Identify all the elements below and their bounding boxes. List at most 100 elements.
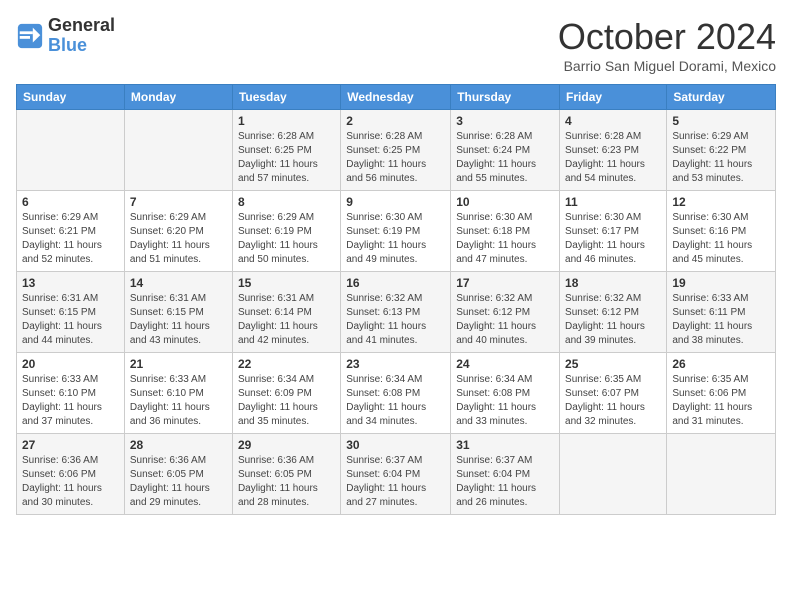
day-cell: 21 Sunrise: 6:33 AM Sunset: 6:10 PM Dayli… bbox=[124, 353, 232, 434]
logo-icon bbox=[16, 22, 44, 50]
day-number: 19 bbox=[672, 276, 770, 290]
day-info: Sunrise: 6:32 AM Sunset: 6:12 PM Dayligh… bbox=[456, 292, 554, 348]
day-info: Sunrise: 6:30 AM Sunset: 6:19 PM Dayligh… bbox=[346, 211, 445, 267]
day-cell: 6Sunrise: 6:29 AM Sunset: 6:21 PM Daylig… bbox=[17, 191, 125, 272]
day-cell: 3 Sunrise: 6:28 AM Sunset: 6:24 PM Daylig… bbox=[451, 110, 560, 191]
day-info: Sunrise: 6:29 AM Sunset: 6:20 PM Dayligh… bbox=[130, 211, 227, 267]
day-number: 18 bbox=[565, 276, 661, 290]
day-info: Sunrise: 6:33 AM Sunset: 6:10 PM Dayligh… bbox=[130, 373, 227, 429]
day-cell: 4Sunrise: 6:28 AM Sunset: 6:23 PM Daylig… bbox=[560, 110, 667, 191]
day-cell: 27 Sunrise: 6:36 AM Sunset: 6:06 PM Dayli… bbox=[17, 434, 125, 515]
day-cell: 16 Sunrise: 6:32 AM Sunset: 6:13 PM Dayli… bbox=[341, 272, 451, 353]
col-header-thursday: Thursday bbox=[451, 85, 560, 110]
col-header-tuesday: Tuesday bbox=[232, 85, 340, 110]
day-cell: 24 Sunrise: 6:34 AM Sunset: 6:08 PM Dayli… bbox=[451, 353, 560, 434]
day-info: Sunrise: 6:34 AM Sunset: 6:08 PM Dayligh… bbox=[346, 373, 445, 429]
location-title: Barrio San Miguel Dorami, Mexico bbox=[558, 58, 776, 74]
day-number: 31 bbox=[456, 438, 554, 452]
day-info: Sunrise: 6:37 AM Sunset: 6:04 PM Dayligh… bbox=[346, 454, 445, 510]
day-info: Sunrise: 6:36 AM Sunset: 6:05 PM Dayligh… bbox=[130, 454, 227, 510]
day-cell: 26Sunrise: 6:35 AM Sunset: 6:06 PM Dayli… bbox=[667, 353, 776, 434]
logo-line1: General bbox=[48, 16, 115, 36]
day-cell: 11Sunrise: 6:30 AM Sunset: 6:17 PM Dayli… bbox=[560, 191, 667, 272]
day-number: 21 bbox=[130, 357, 227, 371]
day-number: 24 bbox=[456, 357, 554, 371]
day-info: Sunrise: 6:32 AM Sunset: 6:13 PM Dayligh… bbox=[346, 292, 445, 348]
col-header-monday: Monday bbox=[124, 85, 232, 110]
day-cell: 19 Sunrise: 6:33 AM Sunset: 6:11 PM Dayli… bbox=[667, 272, 776, 353]
day-cell: 10Sunrise: 6:30 AM Sunset: 6:18 PM Dayli… bbox=[451, 191, 560, 272]
day-number: 4 bbox=[565, 114, 661, 128]
day-cell: 29 Sunrise: 6:36 AM Sunset: 6:05 PM Dayli… bbox=[232, 434, 340, 515]
day-info: Sunrise: 6:29 AM Sunset: 6:21 PM Dayligh… bbox=[22, 211, 119, 267]
day-number: 16 bbox=[346, 276, 445, 290]
day-number: 9 bbox=[346, 195, 445, 209]
day-cell bbox=[667, 434, 776, 515]
day-cell: 8Sunrise: 6:29 AM Sunset: 6:19 PM Daylig… bbox=[232, 191, 340, 272]
day-number: 25 bbox=[565, 357, 661, 371]
day-cell: 15 Sunrise: 6:31 AM Sunset: 6:14 PM Dayli… bbox=[232, 272, 340, 353]
day-info: Sunrise: 6:28 AM Sunset: 6:25 PM Dayligh… bbox=[346, 130, 445, 186]
day-number: 29 bbox=[238, 438, 335, 452]
day-cell: 12 Sunrise: 6:30 AM Sunset: 6:16 PM Dayli… bbox=[667, 191, 776, 272]
month-title: October 2024 bbox=[558, 16, 776, 58]
logo: General Blue bbox=[16, 16, 115, 56]
week-row-4: 20 Sunrise: 6:33 AM Sunset: 6:10 PM Dayli… bbox=[17, 353, 776, 434]
page-header: General Blue October 2024 Barrio San Mig… bbox=[16, 16, 776, 74]
day-info: Sunrise: 6:34 AM Sunset: 6:08 PM Dayligh… bbox=[456, 373, 554, 429]
day-number: 26 bbox=[672, 357, 770, 371]
day-number: 12 bbox=[672, 195, 770, 209]
day-number: 2 bbox=[346, 114, 445, 128]
day-number: 30 bbox=[346, 438, 445, 452]
day-cell: 13 Sunrise: 6:31 AM Sunset: 6:15 PM Dayli… bbox=[17, 272, 125, 353]
day-cell: 28Sunrise: 6:36 AM Sunset: 6:05 PM Dayli… bbox=[124, 434, 232, 515]
day-info: Sunrise: 6:31 AM Sunset: 6:15 PM Dayligh… bbox=[22, 292, 119, 348]
title-block: October 2024 Barrio San Miguel Dorami, M… bbox=[558, 16, 776, 74]
day-info: Sunrise: 6:36 AM Sunset: 6:06 PM Dayligh… bbox=[22, 454, 119, 510]
day-info: Sunrise: 6:33 AM Sunset: 6:10 PM Dayligh… bbox=[22, 373, 119, 429]
day-cell: 30 Sunrise: 6:37 AM Sunset: 6:04 PM Dayli… bbox=[341, 434, 451, 515]
day-info: Sunrise: 6:30 AM Sunset: 6:16 PM Dayligh… bbox=[672, 211, 770, 267]
day-number: 15 bbox=[238, 276, 335, 290]
week-row-5: 27 Sunrise: 6:36 AM Sunset: 6:06 PM Dayli… bbox=[17, 434, 776, 515]
day-cell: 14Sunrise: 6:31 AM Sunset: 6:15 PM Dayli… bbox=[124, 272, 232, 353]
day-cell: 22Sunrise: 6:34 AM Sunset: 6:09 PM Dayli… bbox=[232, 353, 340, 434]
col-header-saturday: Saturday bbox=[667, 85, 776, 110]
day-number: 23 bbox=[346, 357, 445, 371]
day-cell: 23 Sunrise: 6:34 AM Sunset: 6:08 PM Dayli… bbox=[341, 353, 451, 434]
col-header-sunday: Sunday bbox=[17, 85, 125, 110]
day-info: Sunrise: 6:31 AM Sunset: 6:14 PM Dayligh… bbox=[238, 292, 335, 348]
day-info: Sunrise: 6:29 AM Sunset: 6:19 PM Dayligh… bbox=[238, 211, 335, 267]
day-info: Sunrise: 6:34 AM Sunset: 6:09 PM Dayligh… bbox=[238, 373, 335, 429]
day-info: Sunrise: 6:33 AM Sunset: 6:11 PM Dayligh… bbox=[672, 292, 770, 348]
day-info: Sunrise: 6:28 AM Sunset: 6:24 PM Dayligh… bbox=[456, 130, 554, 186]
week-row-1: 1Sunrise: 6:28 AM Sunset: 6:25 PM Daylig… bbox=[17, 110, 776, 191]
day-cell: 31 Sunrise: 6:37 AM Sunset: 6:04 PM Dayli… bbox=[451, 434, 560, 515]
day-info: Sunrise: 6:37 AM Sunset: 6:04 PM Dayligh… bbox=[456, 454, 554, 510]
day-cell: 18 Sunrise: 6:32 AM Sunset: 6:12 PM Dayli… bbox=[560, 272, 667, 353]
day-number: 10 bbox=[456, 195, 554, 209]
header-row: SundayMondayTuesdayWednesdayThursdayFrid… bbox=[17, 85, 776, 110]
day-number: 27 bbox=[22, 438, 119, 452]
day-info: Sunrise: 6:32 AM Sunset: 6:12 PM Dayligh… bbox=[565, 292, 661, 348]
week-row-2: 6Sunrise: 6:29 AM Sunset: 6:21 PM Daylig… bbox=[17, 191, 776, 272]
day-info: Sunrise: 6:29 AM Sunset: 6:22 PM Dayligh… bbox=[672, 130, 770, 186]
day-cell: 5 Sunrise: 6:29 AM Sunset: 6:22 PM Daylig… bbox=[667, 110, 776, 191]
col-header-wednesday: Wednesday bbox=[341, 85, 451, 110]
day-number: 20 bbox=[22, 357, 119, 371]
day-number: 3 bbox=[456, 114, 554, 128]
day-number: 7 bbox=[130, 195, 227, 209]
calendar-table: SundayMondayTuesdayWednesdayThursdayFrid… bbox=[16, 84, 776, 515]
day-cell bbox=[17, 110, 125, 191]
week-row-3: 13 Sunrise: 6:31 AM Sunset: 6:15 PM Dayli… bbox=[17, 272, 776, 353]
day-info: Sunrise: 6:35 AM Sunset: 6:07 PM Dayligh… bbox=[565, 373, 661, 429]
day-info: Sunrise: 6:36 AM Sunset: 6:05 PM Dayligh… bbox=[238, 454, 335, 510]
day-cell: 9 Sunrise: 6:30 AM Sunset: 6:19 PM Daylig… bbox=[341, 191, 451, 272]
logo-line2: Blue bbox=[48, 36, 115, 56]
day-cell: 2 Sunrise: 6:28 AM Sunset: 6:25 PM Daylig… bbox=[341, 110, 451, 191]
day-cell: 25 Sunrise: 6:35 AM Sunset: 6:07 PM Dayli… bbox=[560, 353, 667, 434]
day-number: 5 bbox=[672, 114, 770, 128]
day-cell: 1Sunrise: 6:28 AM Sunset: 6:25 PM Daylig… bbox=[232, 110, 340, 191]
day-number: 13 bbox=[22, 276, 119, 290]
day-cell bbox=[560, 434, 667, 515]
